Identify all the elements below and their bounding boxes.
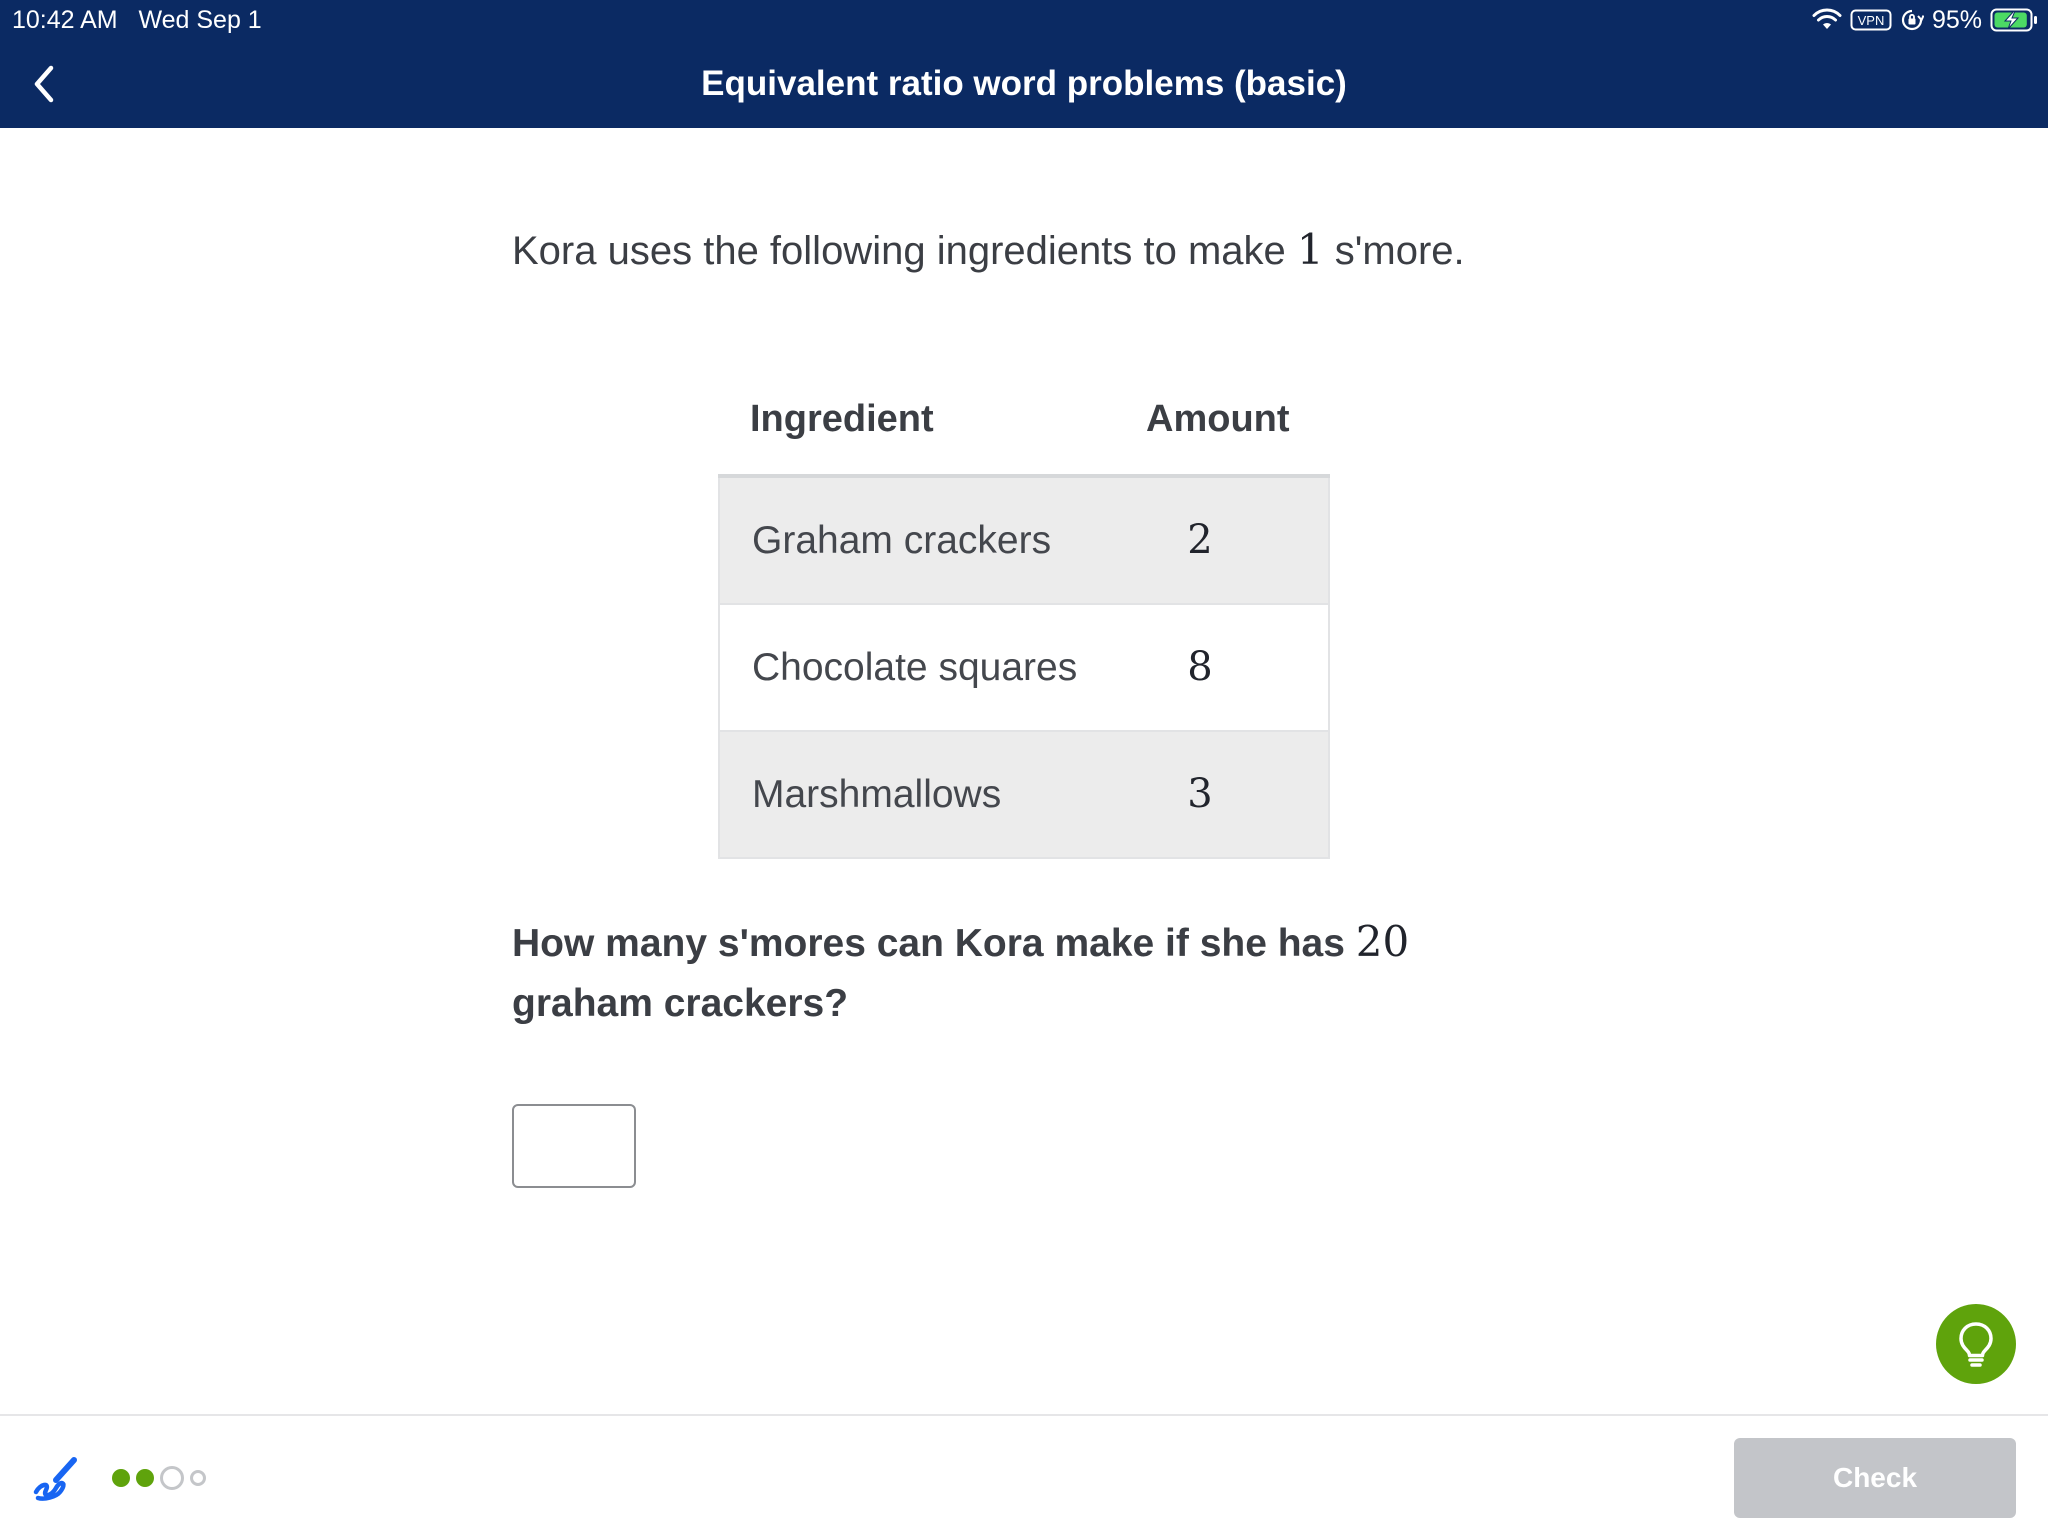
progress-dot: [136, 1469, 154, 1487]
page-title: Equivalent ratio word problems (basic): [701, 64, 1347, 103]
progress-dot: [112, 1469, 130, 1487]
hint-button[interactable]: [1936, 1304, 2016, 1384]
column-header-ingredient: Ingredient: [750, 398, 934, 440]
footer-bar: Check: [0, 1414, 2048, 1536]
status-time: 10:42 AM Wed Sep 1: [12, 4, 262, 36]
table-header: Ingredient Amount: [718, 364, 1330, 478]
header-bar: 10:42 AM Wed Sep 1 VPN 95% Equivalent ra…: [0, 0, 2048, 128]
question-number: 20: [1355, 917, 1410, 966]
battery-percent: 95%: [1931, 5, 1982, 34]
vpn-icon: VPN: [1850, 9, 1892, 31]
progress-indicator: [112, 1464, 206, 1492]
table-row: Marshmallows 3: [720, 730, 1328, 857]
prompt-number: 1: [1296, 225, 1324, 274]
ingredient-cell: Marshmallows: [752, 773, 1002, 816]
amount-cell: 3: [1187, 771, 1213, 817]
table-row: Graham crackers 2: [720, 478, 1328, 603]
chevron-left-icon: [34, 65, 54, 103]
back-button[interactable]: [22, 58, 66, 110]
ingredients-table: Ingredient Amount Graham crackers 2 Choc…: [718, 364, 1330, 859]
orientation-lock-icon: [1900, 8, 1924, 32]
lightbulb-icon: [1959, 1322, 1993, 1367]
battery-charging-icon: [1990, 7, 2038, 33]
wifi-icon: [1812, 8, 1842, 32]
question-text-after: graham crackers?: [512, 982, 849, 1025]
prompt-text-before: Kora uses the following ingredients to m…: [512, 229, 1286, 273]
column-header-amount: Amount: [1146, 398, 1290, 440]
problem-prompt: Kora uses the following ingredients to m…: [512, 222, 1465, 279]
amount-cell: 8: [1187, 644, 1213, 690]
status-clock: 10:42 AM: [12, 6, 118, 34]
progress-dot: [160, 1466, 184, 1490]
scratchpad-pencil-icon: [33, 1457, 77, 1501]
ingredient-cell: Graham crackers: [752, 519, 1052, 562]
answer-input[interactable]: [512, 1104, 636, 1188]
prompt-text-after: s'more.: [1334, 229, 1465, 273]
status-indicators: VPN 95%: [1812, 4, 2038, 36]
ingredient-cell: Chocolate squares: [752, 646, 1078, 689]
status-date: Wed Sep 1: [138, 6, 262, 34]
table-row: Chocolate squares 8: [720, 603, 1328, 730]
exercise-screen: 10:42 AM Wed Sep 1 VPN 95% Equivalent ra…: [0, 0, 2048, 1536]
progress-dot: [190, 1470, 206, 1486]
scratchpad-button[interactable]: [30, 1452, 82, 1504]
vpn-label: VPN: [1858, 13, 1885, 28]
table-body: Graham crackers 2 Chocolate squares 8 Ma…: [718, 478, 1330, 859]
amount-cell: 2: [1187, 517, 1213, 563]
check-button[interactable]: Check: [1734, 1438, 2016, 1518]
question-text: How many s'mores can Kora make if she ha…: [512, 912, 1472, 1034]
question-text-before: How many s'mores can Kora make if she ha…: [512, 922, 1345, 965]
